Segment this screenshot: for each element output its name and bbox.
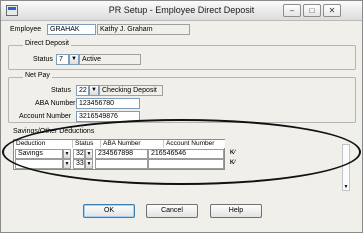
row1-action-icon[interactable]: K⁄	[227, 149, 238, 158]
account-number-label: Account Number	[19, 113, 72, 120]
row2-status-dropdown-icon[interactable]: ▼	[85, 159, 93, 169]
col-header-aba-number: ABA Number	[101, 140, 164, 148]
row1-status-dropdown-icon[interactable]: ▼	[85, 149, 93, 159]
employee-label: Employee	[10, 26, 42, 33]
row2-deduction-cell[interactable]	[15, 159, 63, 169]
help-button[interactable]: Help	[210, 204, 262, 218]
deductions-grid: Deduction Status ABA Number Account Numb…	[13, 139, 225, 170]
dd-status-text-field: Active	[79, 54, 141, 65]
cancel-button[interactable]: Cancel	[146, 204, 198, 218]
col-header-account-number: Account Number	[164, 140, 225, 148]
aba-number-field[interactable]: 123456780	[76, 98, 140, 109]
dd-status-dropdown-icon[interactable]: ▼	[69, 54, 79, 65]
aba-number-label: ABA Number	[35, 100, 76, 107]
np-status-code-field[interactable]: 22	[76, 85, 89, 96]
account-number-field[interactable]: 3216549876	[76, 111, 140, 122]
row1-aba-cell[interactable]: 234567898	[95, 149, 148, 159]
ok-button[interactable]: OK	[83, 204, 135, 218]
pr-setup-window: PR Setup - Employee Direct Deposit – □ ✕…	[0, 0, 363, 233]
col-header-status: Status	[73, 140, 101, 148]
row2-aba-cell[interactable]	[95, 159, 148, 169]
row2-action-icon[interactable]: K⁄	[227, 159, 238, 168]
employee-id-field[interactable]: GRAHAK	[47, 24, 96, 35]
close-button[interactable]: ✕	[323, 4, 341, 17]
deductions-group-label: Savings/Other Deductions	[13, 128, 95, 135]
np-status-dropdown-icon[interactable]: ▼	[89, 85, 99, 96]
row1-status-cell[interactable]: 32	[73, 149, 85, 159]
dd-status-code-field[interactable]: 7	[56, 54, 69, 65]
row2-status-cell[interactable]: 33	[73, 159, 85, 169]
employee-name-field: Kathy J. Graham	[97, 24, 190, 35]
row1-deduction-cell[interactable]: Savings	[15, 149, 63, 159]
scroll-down-arrow-icon[interactable]: ▼	[343, 184, 349, 190]
minimize-button[interactable]: –	[283, 4, 301, 17]
maximize-button[interactable]: □	[303, 4, 321, 17]
deductions-scrollbar[interactable]: ▼	[342, 144, 350, 191]
title-bar: PR Setup - Employee Direct Deposit – □ ✕	[1, 1, 362, 21]
row2-account-cell[interactable]	[148, 159, 224, 169]
col-header-deduction: Deduction	[14, 140, 73, 148]
net-pay-group-label: Net Pay	[23, 72, 52, 79]
np-status-text-field: Checking Deposit	[99, 85, 163, 96]
dd-status-label: Status	[33, 56, 53, 63]
np-status-label: Status	[51, 87, 71, 94]
direct-deposit-group-label: Direct Deposit	[23, 40, 71, 47]
row2-deduction-dropdown-icon[interactable]: ▼	[63, 159, 71, 169]
row1-deduction-dropdown-icon[interactable]: ▼	[63, 149, 71, 159]
row1-account-cell[interactable]: 216546546	[148, 149, 224, 159]
